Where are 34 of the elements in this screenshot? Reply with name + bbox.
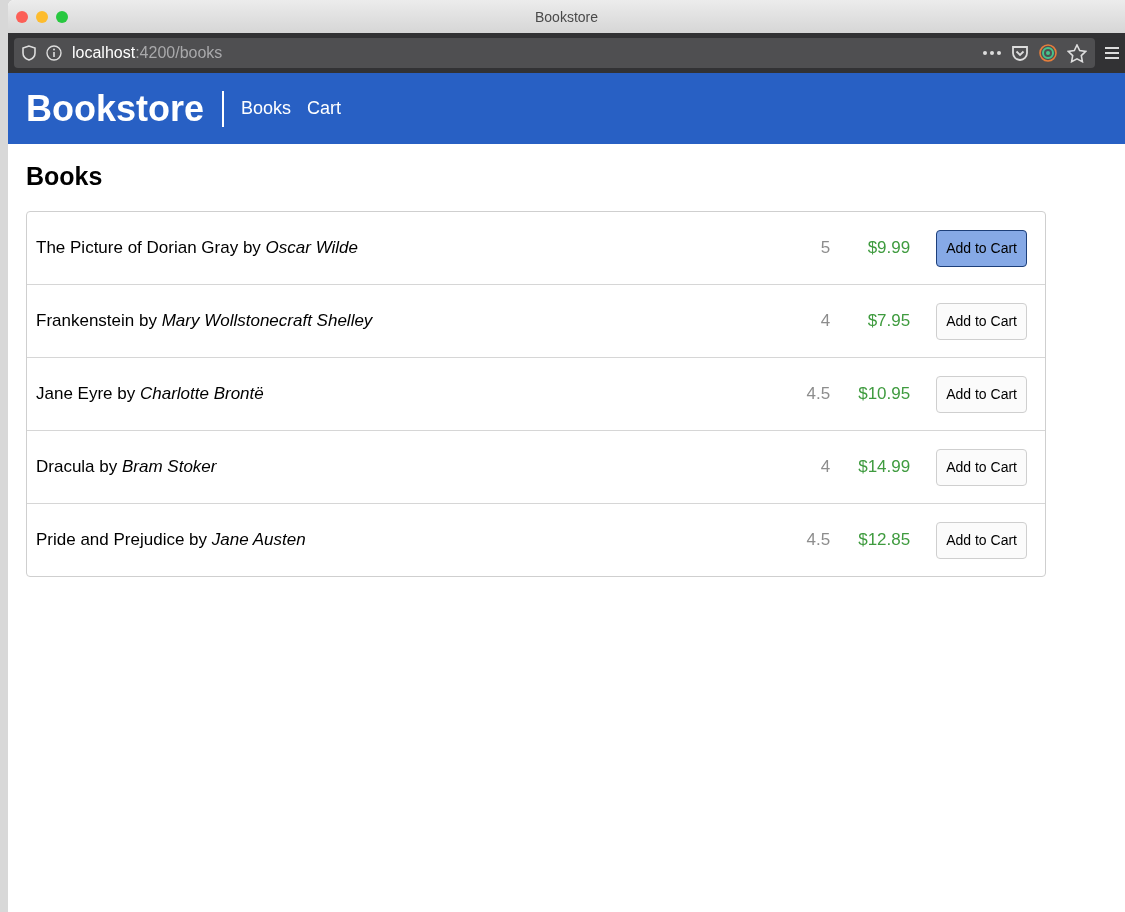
book-title: Pride and Prejudice by Jane Austen xyxy=(36,530,307,550)
add-to-cart-button[interactable]: Add to Cart xyxy=(936,375,1027,413)
book-rating: 4 xyxy=(820,311,831,331)
star-icon[interactable] xyxy=(1067,43,1087,63)
address-bar[interactable]: localhost:4200/books xyxy=(14,38,1095,68)
book-price: $12.85 xyxy=(857,530,911,550)
add-to-cart-button[interactable]: Add to Cart xyxy=(936,448,1027,486)
info-icon[interactable] xyxy=(46,45,62,61)
menu-icon[interactable] xyxy=(1105,47,1119,59)
book-title: Dracula by Bram Stoker xyxy=(36,457,218,477)
book-price: $14.99 xyxy=(857,457,911,477)
book-price: $10.95 xyxy=(857,384,911,404)
pocket-icon[interactable] xyxy=(1011,44,1029,62)
nav-link[interactable]: Cart xyxy=(307,98,342,119)
book-price: $9.99 xyxy=(866,238,911,258)
target-icon[interactable] xyxy=(1039,44,1057,62)
book-rating: 4.5 xyxy=(806,384,831,404)
brand-logo[interactable]: Bookstore xyxy=(26,90,225,127)
add-to-cart-button[interactable]: Add to Cart xyxy=(936,302,1027,340)
book-title: Frankenstein by Mary Wollstonecraft Shelley xyxy=(36,311,374,331)
window-title: Bookstore xyxy=(534,8,598,25)
add-to-cart-button[interactable]: Add to Cart xyxy=(936,521,1027,559)
url-text: localhost:4200/books xyxy=(72,44,223,62)
add-to-cart-button[interactable]: Add to Cart xyxy=(936,229,1027,267)
book-title: Jane Eyre by Charlotte Brontë xyxy=(36,384,265,404)
more-icon[interactable] xyxy=(983,51,1001,55)
page-heading: Books xyxy=(26,162,104,191)
book-title: The Picture of Dorian Gray by Oscar Wilde xyxy=(36,238,359,258)
shield-icon[interactable] xyxy=(22,45,36,61)
nav-link[interactable]: Books xyxy=(241,98,292,119)
book-rating: 4.5 xyxy=(806,530,831,550)
book-price: $7.95 xyxy=(866,311,911,331)
book-rating: 4 xyxy=(820,457,831,477)
book-rating: 5 xyxy=(820,238,831,258)
